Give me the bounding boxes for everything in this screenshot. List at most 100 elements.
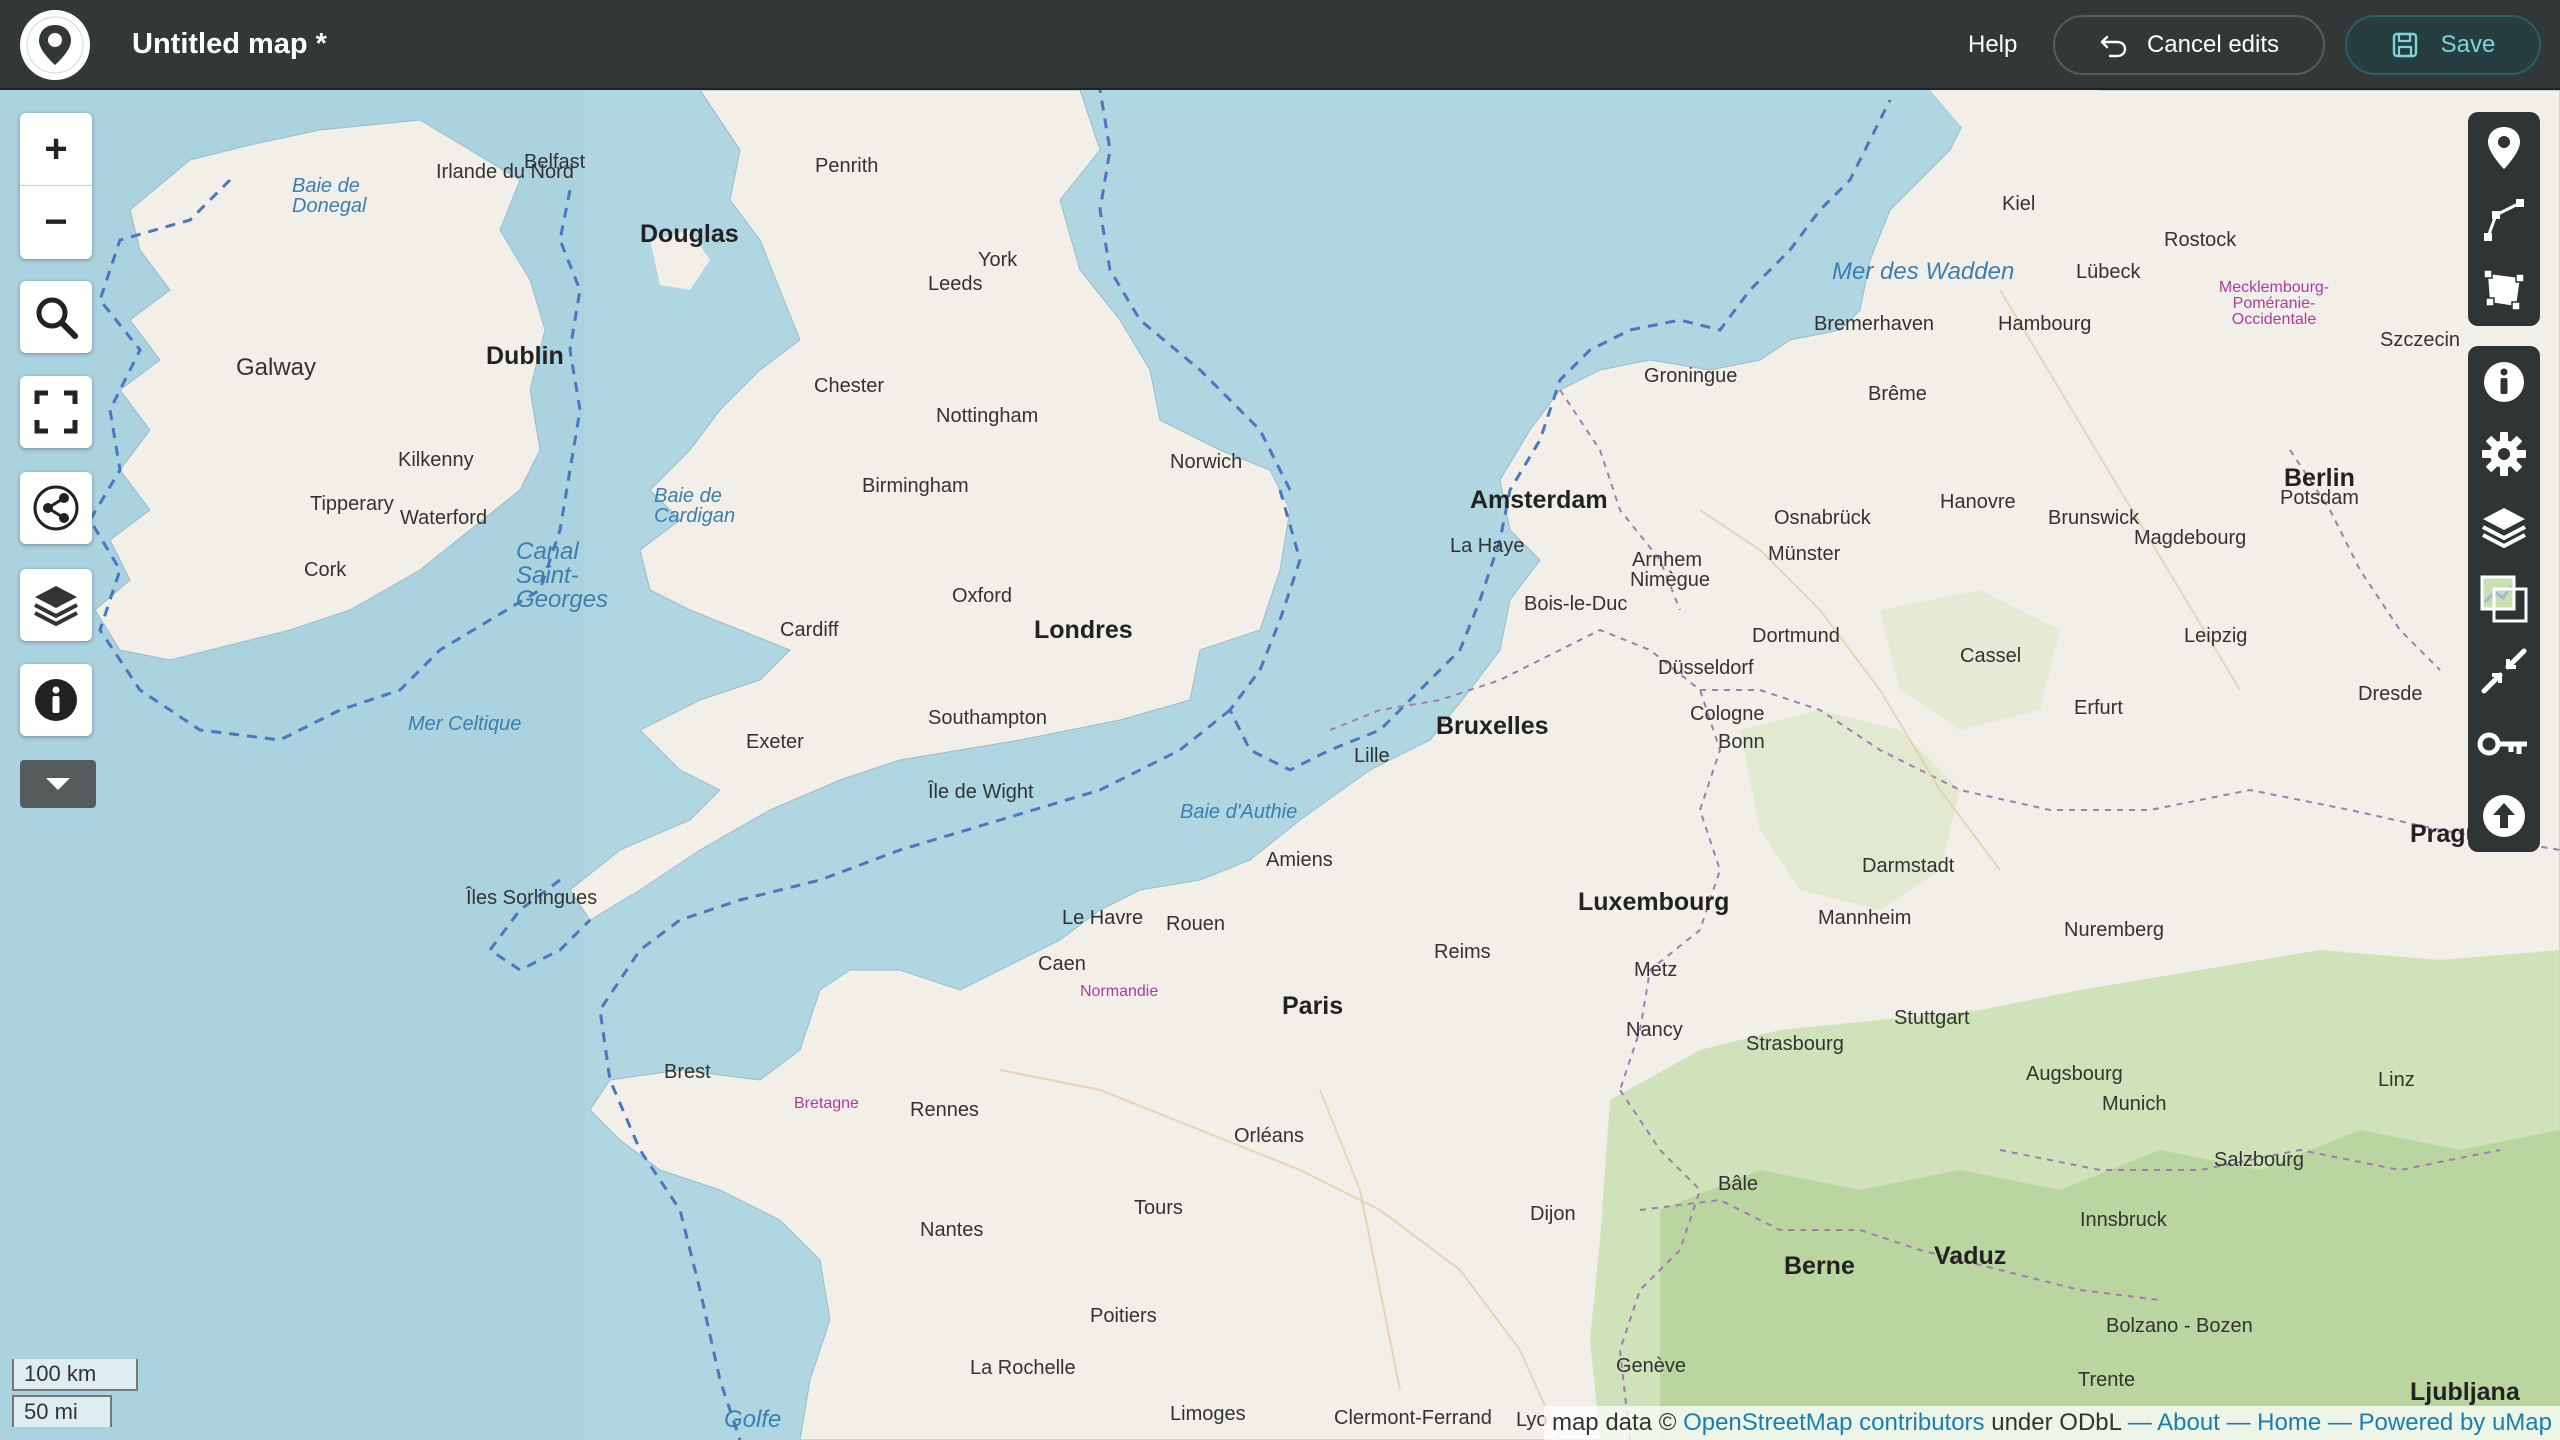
- city-label: Cardiff: [780, 619, 839, 641]
- attribution-separator: —: [2327, 1409, 2352, 1436]
- search-button[interactable]: [20, 281, 92, 353]
- map-title[interactable]: Untitled map *: [132, 28, 327, 61]
- city-label: Nuremberg: [2064, 919, 2165, 941]
- region-label: Îles Sorlingues: [466, 887, 598, 909]
- save-button[interactable]: Save: [2345, 15, 2541, 75]
- attribution-separator: —: [2226, 1409, 2251, 1436]
- polygon-icon: [2483, 269, 2525, 312]
- city-label: Stuttgart: [1894, 1007, 1970, 1029]
- city-label: Groningue: [1644, 365, 1738, 387]
- powered-by-link[interactable]: Powered by uMap: [2359, 1409, 2552, 1436]
- city-label: Bremerhaven: [1814, 313, 1935, 335]
- city-label: Oxford: [952, 585, 1013, 607]
- city-label: Leipzig: [2184, 625, 2248, 647]
- city-label: Bruxelles: [1436, 712, 1549, 740]
- city-label: Genève: [1616, 1355, 1687, 1377]
- info-button[interactable]: [20, 664, 92, 736]
- about-link[interactable]: About: [2157, 1409, 2220, 1436]
- city-label: Arnhem: [1632, 549, 1703, 571]
- city-label: Nancy: [1626, 1019, 1683, 1041]
- undo-icon: [2100, 35, 2127, 58]
- city-label: Kiel: [2002, 193, 2036, 215]
- draw-polyline-button[interactable]: [2468, 183, 2540, 254]
- city-label: Brême: [1868, 383, 1927, 405]
- upload-icon: [2483, 794, 2525, 837]
- city-label: Chester: [814, 375, 885, 397]
- city-label: Innsbruck: [2080, 1209, 2167, 1231]
- city-label: Poitiers: [1090, 1305, 1157, 1327]
- change-tilelayer-button[interactable]: [2468, 563, 2540, 635]
- city-label: Nimègue: [1630, 569, 1711, 591]
- center-map-button[interactable]: [2468, 635, 2540, 707]
- share-icon: [33, 485, 79, 531]
- zoom-in-button[interactable]: +: [20, 113, 92, 185]
- city-label: Rennes: [910, 1099, 979, 1121]
- city-label: Nantes: [920, 1219, 984, 1241]
- map-canvas[interactable]: Dublin Galway Cork Waterford Kilkenny Ti…: [0, 90, 2560, 1440]
- city-label: Leeds: [928, 273, 983, 295]
- more-controls-button[interactable]: [20, 760, 96, 808]
- help-link[interactable]: Help: [1968, 31, 2017, 59]
- city-label: Brunswick: [2048, 507, 2140, 529]
- city-label: Tours: [1134, 1197, 1183, 1219]
- scale-km: 100 km: [12, 1359, 138, 1391]
- cancel-edits-label: Cancel edits: [2146, 31, 2280, 58]
- city-label: Hambourg: [1998, 313, 2092, 335]
- save-label: Save: [2440, 31, 2496, 58]
- permissions-button[interactable]: [2468, 707, 2540, 779]
- city-label: Mannheim: [1818, 907, 1912, 929]
- osm-link[interactable]: OpenStreetMap contributors: [1683, 1409, 1985, 1436]
- city-label: Limoges: [1170, 1403, 1246, 1425]
- city-label: Bâle: [1718, 1173, 1759, 1195]
- city-label: Rouen: [1166, 913, 1225, 935]
- city-label: Trente: [2078, 1369, 2136, 1391]
- edit-map-info-button[interactable]: [2468, 346, 2540, 418]
- manage-layers-button[interactable]: [2468, 491, 2540, 563]
- city-label: Münster: [1768, 543, 1841, 565]
- share-button[interactable]: [20, 472, 92, 544]
- gear-icon: [2482, 432, 2526, 477]
- layers-icon: [2482, 507, 2526, 548]
- import-data-button[interactable]: [2468, 780, 2540, 852]
- home-link[interactable]: Home: [2257, 1409, 2321, 1436]
- city-label: Lyo: [1516, 1409, 1548, 1431]
- city-label: Osnabrück: [1774, 507, 1871, 529]
- draw-polygon-button[interactable]: [2468, 255, 2540, 326]
- draw-marker-button[interactable]: [2468, 112, 2540, 183]
- settings-toolbar: [2468, 346, 2540, 852]
- tilelayer-icon: [2480, 575, 2528, 623]
- city-label: Nottingham: [936, 405, 1039, 427]
- umap-logo-icon: [26, 16, 84, 74]
- info-icon: [35, 679, 77, 721]
- header-bar: Untitled map * Help Cancel edits Save: [0, 0, 2560, 90]
- city-label: Paris: [1282, 992, 1344, 1020]
- chevron-down-icon: [46, 778, 70, 790]
- city-label: Exeter: [746, 731, 804, 753]
- city-label: Szczecin: [2380, 329, 2461, 351]
- region-label: Bretagne: [794, 1095, 859, 1112]
- city-label: Brest: [664, 1061, 711, 1083]
- city-label: Lille: [1354, 745, 1390, 767]
- fullscreen-icon: [34, 390, 78, 434]
- fullscreen-button[interactable]: [20, 376, 92, 448]
- cancel-edits-button[interactable]: Cancel edits: [2053, 15, 2325, 75]
- city-label: Dresde: [2358, 683, 2423, 705]
- city-label: Darmstadt: [1862, 855, 1955, 877]
- city-label: Hanovre: [1940, 491, 2016, 513]
- city-label: Amsterdam: [1470, 486, 1608, 514]
- city-label: Tipperary: [310, 493, 394, 515]
- city-label: Linz: [2378, 1069, 2415, 1091]
- layers-icon: [34, 586, 78, 627]
- save-icon: [2392, 32, 2417, 58]
- city-label: Orléans: [1234, 1125, 1305, 1147]
- city-label: Dortmund: [1752, 625, 1840, 647]
- city-label: Le Havre: [1062, 907, 1144, 929]
- map-settings-button[interactable]: [2468, 418, 2540, 490]
- polyline-icon: [2484, 198, 2524, 241]
- umap-logo[interactable]: [20, 10, 90, 80]
- zoom-out-button[interactable]: −: [20, 185, 92, 258]
- city-label: Douglas: [640, 220, 739, 248]
- draw-toolbar: [2468, 112, 2540, 326]
- layers-button[interactable]: [20, 569, 92, 641]
- city-label: Munich: [2102, 1093, 2167, 1115]
